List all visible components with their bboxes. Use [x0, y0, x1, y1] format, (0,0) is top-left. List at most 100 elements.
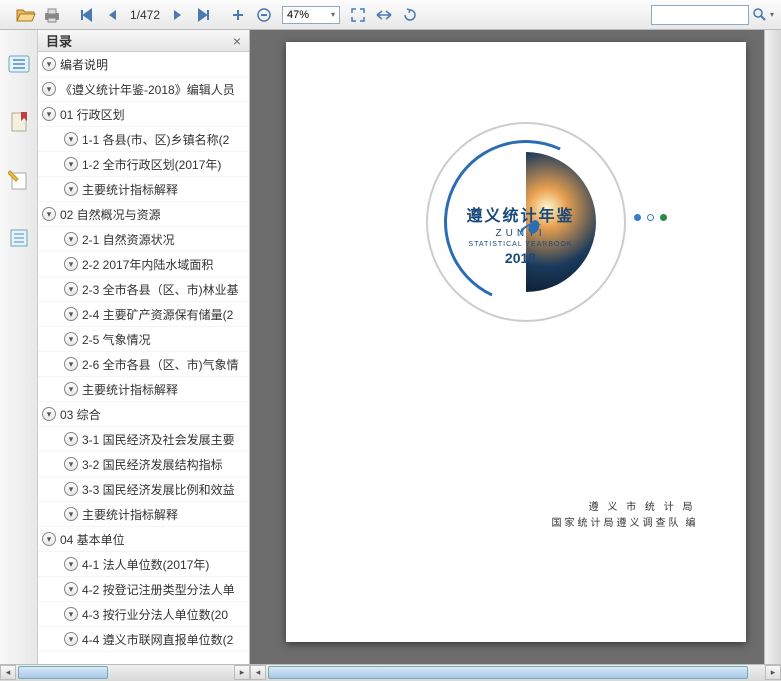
vertical-scrollbar[interactable]	[764, 30, 781, 664]
page-viewer: 遵义统计年鉴 ZUNYI STATISTICAL YEARBOOK 2018 遵…	[250, 30, 781, 664]
toc-list[interactable]: ▾编者说明▾《遵义统计年鉴-2018》编辑人员▾01 行政区划▾1-1 各县(市…	[38, 52, 249, 664]
toc-item[interactable]: ▾ 2-5 气象情况	[38, 327, 249, 352]
scroll-right-arrow[interactable]: ▸	[234, 665, 250, 680]
chevron-down-icon[interactable]: ▾	[42, 82, 56, 96]
chevron-down-icon[interactable]: ▾	[64, 157, 78, 171]
toc-item[interactable]: ▾ 1-1 各县(市、区)乡镇名称(2	[38, 127, 249, 152]
chevron-down-icon[interactable]: ▾	[42, 407, 56, 421]
fit-width-button[interactable]	[372, 3, 396, 27]
chevron-down-icon[interactable]: ▾	[64, 357, 78, 371]
chevron-down-icon[interactable]: ▾	[42, 107, 56, 121]
toc-item[interactable]: ▾04 基本单位	[38, 527, 249, 552]
toc-item[interactable]: ▾ 4-3 按行业分法人单位数(20	[38, 602, 249, 627]
close-icon[interactable]: ×	[233, 33, 241, 49]
chevron-down-icon[interactable]: ▾	[64, 182, 78, 196]
chevron-down-icon[interactable]: ▾	[64, 257, 78, 271]
chevron-down-icon[interactable]: ▾	[42, 207, 56, 221]
toc-item[interactable]: ▾3-3 国民经济发展比例和效益	[38, 477, 249, 502]
toc-item[interactable]: ▾02 自然概况与资源	[38, 202, 249, 227]
toc-item-label: 4-3 按行业分法人单位数(20	[82, 606, 228, 623]
toc-item[interactable]: ▾ 主要统计指标解释	[38, 377, 249, 402]
toc-item[interactable]: ▾ 编者说明	[38, 52, 249, 77]
toc-item-label: 2-4 主要矿产资源保有储量(2	[82, 306, 233, 323]
toc-panel: 目录 × ▾编者说明▾《遵义统计年鉴-2018》编辑人员▾01 行政区划▾1-1…	[38, 30, 250, 664]
scroll-left-arrow[interactable]: ◂	[250, 665, 266, 680]
chevron-down-icon[interactable]: ▾	[64, 557, 78, 571]
chevron-down-icon[interactable]: ▾	[64, 432, 78, 446]
zoom-out-button[interactable]	[252, 3, 276, 27]
search-input[interactable]	[651, 5, 749, 25]
chevron-down-icon[interactable]: ▾	[64, 132, 78, 146]
main-toolbar: 1/472 47%▾ ▾	[0, 0, 781, 30]
toc-item-label: 编者说明	[60, 56, 108, 73]
toc-item[interactable]: ▾ 4-4 遵义市联网直报单位数(2	[38, 627, 249, 652]
page-indicator[interactable]: 1/472	[126, 8, 164, 22]
tab-thumbnails-icon[interactable]	[5, 224, 33, 252]
toc-item-label: 2-3 全市各县（区、市)林业基	[82, 281, 239, 298]
zoom-select[interactable]: 47%▾	[282, 6, 340, 24]
chevron-down-icon[interactable]: ▾	[64, 482, 78, 496]
rotate-button[interactable]	[398, 3, 422, 27]
chevron-down-icon[interactable]: ▾	[64, 607, 78, 621]
chevron-down-icon[interactable]: ▾	[64, 232, 78, 246]
publisher-bian: 编	[686, 516, 696, 532]
toc-item-label: 01 行政区划	[60, 106, 125, 123]
toc-header: 目录 ×	[38, 30, 249, 52]
print-button[interactable]	[40, 3, 64, 27]
chevron-down-icon[interactable]: ▾	[64, 582, 78, 596]
toc-item[interactable]: ▾ 01 行政区划	[38, 102, 249, 127]
toc-item[interactable]: ▾《遵义统计年鉴-2018》编辑人员	[38, 77, 249, 102]
toc-item[interactable]: ▾ 2-4 主要矿产资源保有储量(2	[38, 302, 249, 327]
publisher-line2: 国家统计局遵义调查队	[552, 518, 682, 529]
chevron-down-icon[interactable]: ▾	[42, 57, 56, 71]
toc-item[interactable]: ▾4-2 按登记注册类型分法人单	[38, 577, 249, 602]
chevron-down-icon[interactable]: ▾	[64, 457, 78, 471]
viewer-hscroll[interactable]: ◂ ▸	[250, 664, 781, 681]
cover-title-en2: STATISTICAL YEARBOOK	[466, 241, 576, 248]
last-page-button[interactable]	[192, 3, 216, 27]
chevron-down-icon[interactable]: ▾	[64, 632, 78, 646]
toc-item-label: 1-1 各县(市、区)乡镇名称(2	[82, 131, 229, 148]
bottom-scrollbars: ◂ ▸ ◂ ▸	[0, 664, 781, 681]
fit-page-button[interactable]	[346, 3, 370, 27]
toc-item-label: 2-5 气象情况	[82, 331, 151, 348]
tab-toc-icon[interactable]	[5, 50, 33, 78]
toc-item[interactable]: ▾3-2 国民经济发展结构指标	[38, 452, 249, 477]
toc-item[interactable]: ▾2-1 自然资源状况	[38, 227, 249, 252]
toc-item[interactable]: ▾3-1 国民经济及社会发展主要	[38, 427, 249, 452]
scroll-right-arrow[interactable]: ▸	[765, 665, 781, 680]
toc-item[interactable]: ▾ 2-3 全市各县（区、市)林业基	[38, 277, 249, 302]
chevron-down-icon[interactable]: ▾	[42, 532, 56, 546]
toc-item[interactable]: ▾主要统计指标解释	[38, 177, 249, 202]
chevron-down-icon[interactable]: ▾	[64, 307, 78, 321]
tab-bookmark-icon[interactable]	[5, 108, 33, 136]
toc-item-label: 主要统计指标解释	[82, 381, 178, 398]
open-button[interactable]	[14, 3, 38, 27]
zoom-in-button[interactable]	[226, 3, 250, 27]
page-area[interactable]: 遵义统计年鉴 ZUNYI STATISTICAL YEARBOOK 2018 遵…	[250, 30, 781, 664]
toc-title: 目录	[46, 31, 72, 50]
chevron-down-icon[interactable]: ▾	[64, 332, 78, 346]
prev-page-button[interactable]	[100, 3, 124, 27]
search-button[interactable]: ▾	[751, 3, 775, 27]
scroll-left-arrow[interactable]: ◂	[0, 665, 16, 680]
chevron-down-icon[interactable]: ▾	[64, 382, 78, 396]
toc-item[interactable]: ▾1-2 全市行政区划(2017年)	[38, 152, 249, 177]
toc-item[interactable]: ▾2-6 全市各县（区、市)气象情	[38, 352, 249, 377]
toc-item-label: 4-4 遵义市联网直报单位数(2	[82, 631, 233, 648]
toc-item-label: 2-2 2017年内陆水域面积	[82, 256, 213, 273]
toc-item[interactable]: ▾主要统计指标解释	[38, 502, 249, 527]
chevron-down-icon[interactable]: ▾	[64, 507, 78, 521]
cover-year: 2018	[466, 250, 576, 266]
tab-annotation-icon[interactable]	[5, 166, 33, 194]
next-page-button[interactable]	[166, 3, 190, 27]
sidebar-tabs	[0, 30, 38, 664]
first-page-button[interactable]	[74, 3, 98, 27]
toc-item[interactable]: ▾4-1 法人单位数(2017年)	[38, 552, 249, 577]
toc-item[interactable]: ▾ 03 综合	[38, 402, 249, 427]
toc-item[interactable]: ▾ 2-2 2017年内陆水域面积	[38, 252, 249, 277]
cover-graphic: 遵义统计年鉴 ZUNYI STATISTICAL YEARBOOK 2018	[426, 122, 626, 322]
toc-item-label: 03 综合	[60, 406, 101, 423]
chevron-down-icon[interactable]: ▾	[64, 282, 78, 296]
toc-hscroll[interactable]: ◂ ▸	[0, 664, 250, 681]
